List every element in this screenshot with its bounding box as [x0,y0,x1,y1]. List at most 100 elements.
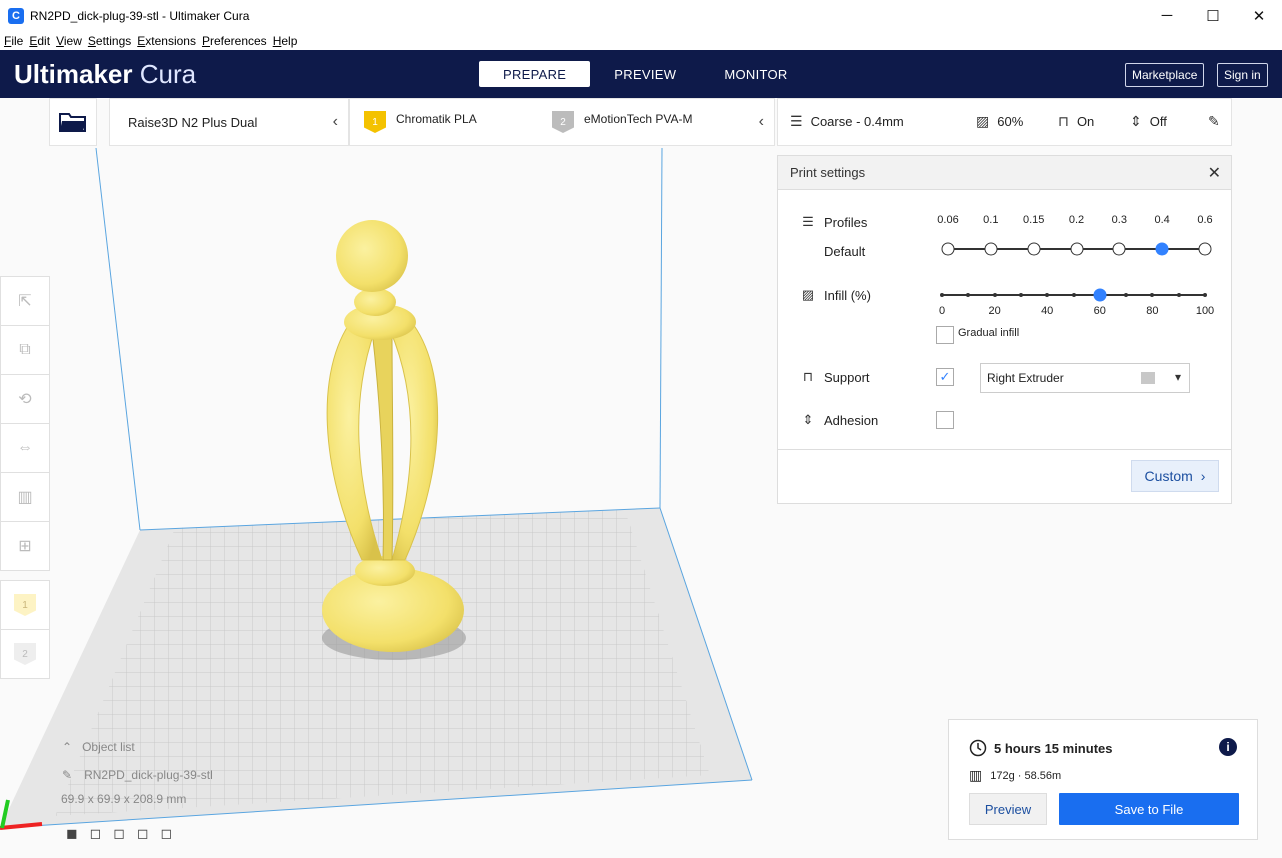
profile-tick-label: 0.4 [1154,214,1170,226]
extruder-color-swatch [1141,372,1155,384]
right-view-icon[interactable]: ◻ [161,825,173,842]
chevron-right-icon: › [1200,468,1206,484]
profile-option[interactable] [984,242,998,256]
profile-option[interactable] [1198,242,1212,256]
profile-tick-label: 0.1 [983,214,999,226]
3d-model[interactable] [322,220,464,652]
menu-settings[interactable]: Settings [88,34,131,48]
object-list: ⌃ Object list ✎ RN2PD_dick-plug-39-stl 6… [61,740,213,806]
extruder-2[interactable]: 2 eMotionTech PVA-M [552,111,693,133]
menu-extensions[interactable]: Extensions [137,34,196,48]
support-blocker-button[interactable]: ⊞ [0,521,50,571]
scale-tool-button[interactable]: ⧉ [0,325,50,375]
extruder-2-material: eMotionTech PVA-M [584,112,693,126]
cura-app-icon: C [8,7,24,24]
front-view-icon[interactable]: ◻ [90,825,102,842]
tab-monitor[interactable]: MONITOR [700,61,811,87]
profile-icon: ☰ [802,214,814,229]
profile-option[interactable] [941,242,955,256]
profile-tick-label: 0.15 [1022,214,1045,226]
adhesion-icon: ⇕ [802,412,814,427]
left-view-icon[interactable]: ◻ [137,825,149,842]
menu-edit[interactable]: Edit [29,34,50,48]
logo-product: Cura [139,59,197,89]
scale-tool-icon: ⧉ [19,341,31,358]
profile-tick-label: 0.2 [1068,214,1085,226]
menu-view[interactable]: View [56,34,82,48]
extruder-2-icon: 2 [14,643,36,665]
infill-tick-label: 100 [1195,305,1215,317]
infill-tick [1071,293,1076,297]
print-settings-header: Print settings ✕ [778,156,1231,190]
per-model-settings-button[interactable]: ▥ [0,472,50,522]
window-title-bar: C RN2PD_dick-plug-39-stl - Ultimaker Cur… [0,0,1282,31]
infill-icon: ▨ [976,113,990,129]
preview-button[interactable]: Preview [969,793,1047,825]
top-view-icon[interactable]: ◻ [113,825,125,842]
object-list-toggle[interactable]: ⌃ Object list [62,740,213,754]
tab-preview[interactable]: PREVIEW [590,61,700,87]
print-setup-selector[interactable]: ☰ Coarse - 0.4mm ▨ 60% ⊓ On ⇕ Off ✎ [777,98,1232,146]
open-file-button[interactable] [49,98,97,146]
infill-tick-label: 40 [1041,305,1054,317]
profile-option[interactable] [1112,242,1126,256]
support-label: Support [824,369,870,385]
custom-settings-button[interactable]: Custom › [1131,460,1219,492]
menu-file[interactable]: File [4,34,23,48]
info-icon[interactable]: i [1219,738,1237,756]
profile-icon: ☰ [790,113,803,129]
profile-option[interactable] [1027,242,1041,256]
infill-slider-handle[interactable] [1093,288,1107,302]
object-name-row[interactable]: ✎ RN2PD_dick-plug-39-stl [62,768,213,782]
spool-icon: ▥ [969,767,983,783]
support-summary-label: On [1076,114,1095,129]
adhesion-summary-label: Off [1149,114,1167,129]
maximize-button[interactable]: ☐ [1190,0,1236,31]
support-checkbox[interactable]: ✓ [936,368,954,386]
move-tool-button[interactable]: ⇱ [0,276,50,326]
close-window-button[interactable]: ✕ [1236,0,1282,31]
extruder-2-tool-button[interactable]: 2 [0,629,50,679]
chevron-left-icon: ‹ [758,113,764,130]
profiles-label: Profiles [824,214,868,230]
rotate-tool-button[interactable]: ⟲ [0,374,50,424]
support-extruder-select[interactable]: Right Extruder ▾ [980,363,1190,393]
extruder-1-tool-button[interactable]: 1 [0,580,50,630]
machine-selector[interactable]: Raise3D N2 Plus Dual ‹ [109,98,349,146]
extruder-selector[interactable]: 1 Chromatik PLA 2 eMotionTech PVA-M ‹ [349,98,775,146]
print-settings-panel: Print settings ✕ ☰ Profiles Default 0.06… [777,155,1232,504]
sign-in-button[interactable]: Sign in [1217,63,1268,87]
object-name: RN2PD_dick-plug-39-stl [84,768,213,782]
save-to-file-button[interactable]: Save to File [1059,793,1239,825]
ultimaker-cura-logo: Ultimaker Cura [14,59,196,90]
minimize-button[interactable]: ─ [1144,0,1190,31]
infill-summary: ▨ 60% [976,113,1023,130]
profile-summary-label: Coarse - 0.4mm [810,114,904,129]
infill-tick-label: 0 [938,305,946,317]
gradual-infill-checkbox[interactable] [936,326,954,344]
menu-help[interactable]: Help [273,34,298,48]
profiles-row-label: ☰ Profiles [800,214,867,230]
3d-view-icon[interactable]: ◼ [66,825,78,842]
infill-summary-label: 60% [997,114,1024,129]
adhesion-checkbox[interactable] [936,411,954,429]
extruder-1[interactable]: 1 Chromatik PLA [364,111,477,133]
material-usage: 172g · 58.56m [990,769,1062,782]
close-icon[interactable]: ✕ [1208,163,1221,183]
marketplace-button[interactable]: Marketplace [1125,63,1205,87]
clock-icon [969,739,987,757]
profile-selected-handle[interactable] [1155,242,1169,256]
app-header: Ultimaker Cura PREPARE PREVIEW MONITOR M… [0,50,1282,98]
menu-preferences[interactable]: Preferences [202,34,267,48]
extruder-1-material: Chromatik PLA [396,112,477,126]
infill-tick [992,293,997,297]
gradual-infill-label: Gradual infill [958,327,1020,339]
default-label: Default [824,244,866,259]
support-summary: ⊓ On [1058,113,1094,130]
edit-settings-button[interactable]: ✎ [1208,113,1228,130]
material-usage-row: ▥ 172g · 58.56m [969,767,1061,784]
tab-prepare[interactable]: PREPARE [479,61,591,87]
infill-tick-label: 20 [988,305,1001,317]
profile-option[interactable] [1070,242,1083,256]
mirror-tool-button[interactable]: ⇔ [0,423,50,473]
